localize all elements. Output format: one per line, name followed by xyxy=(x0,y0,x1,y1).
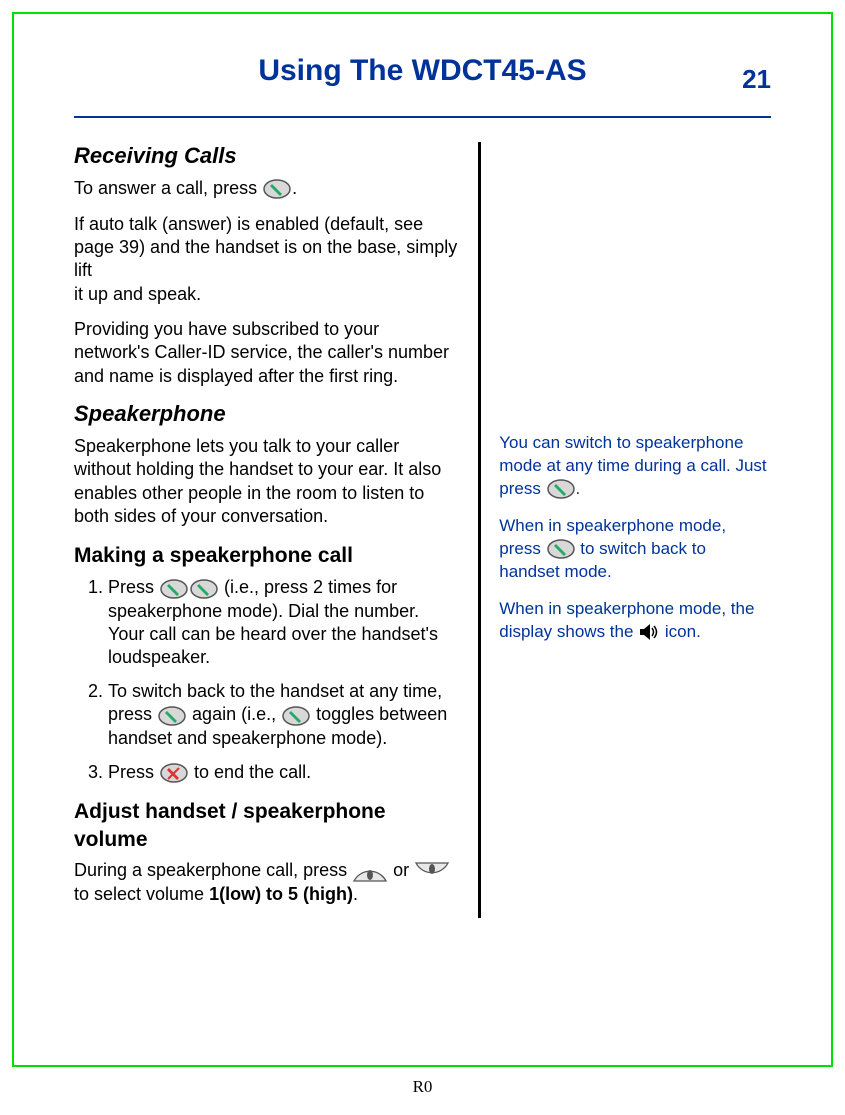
text: . xyxy=(353,884,358,904)
steps-list: Press (i.e., press 2 times for speakerph… xyxy=(74,576,458,785)
text: Press xyxy=(108,762,159,782)
body-text: Speakerphone lets you talk to your calle… xyxy=(74,435,458,529)
text: to select volume xyxy=(74,884,209,904)
text: icon. xyxy=(665,622,701,641)
speaker-icon xyxy=(638,621,660,644)
talk-button-icon xyxy=(262,177,292,200)
text: To answer a call, press xyxy=(74,178,262,198)
hangup-button-icon xyxy=(159,761,189,784)
page-number: 21 xyxy=(742,64,771,95)
volume-down-button-icon xyxy=(414,860,450,883)
body-text: During a speakerphone call, press or to … xyxy=(74,859,458,906)
body-text: Providing you have subscribed to your ne… xyxy=(74,318,458,388)
text-bold: 1(low) to 5 (high) xyxy=(209,884,353,904)
text: During a speakerphone call, press xyxy=(74,860,352,880)
text: or xyxy=(393,860,414,880)
body-text: To answer a call, press . xyxy=(74,177,458,201)
text: . xyxy=(292,178,297,198)
talk-button-icon xyxy=(546,478,576,501)
heading-speakerphone: Speakerphone xyxy=(74,400,458,429)
header: Using The WDCT45-AS xyxy=(74,54,771,88)
spacer xyxy=(499,142,771,432)
page-border: Using The WDCT45-AS 21 Receiving Calls T… xyxy=(12,12,833,1067)
body-text: If auto talk (answer) is enabled (defaul… xyxy=(74,213,458,283)
heading-adjust-volume: Adjust handset / speakerphone volume xyxy=(74,798,458,853)
talk-button-icon xyxy=(189,576,219,599)
list-item: Press (i.e., press 2 times for speakerph… xyxy=(108,576,458,670)
text: to end the call. xyxy=(194,762,311,782)
text: You can switch to speakerphone mode at a… xyxy=(499,433,766,498)
text: When in speakerphone mode, the display s… xyxy=(499,599,754,641)
page-title: Using The WDCT45-AS xyxy=(258,54,586,88)
talk-button-icon xyxy=(281,704,311,727)
text: again (i.e., xyxy=(192,704,281,724)
volume-up-button-icon xyxy=(352,860,388,883)
talk-button-icon xyxy=(159,576,189,599)
talk-button-icon xyxy=(157,704,187,727)
list-item: To switch back to the handset at any tim… xyxy=(108,680,458,751)
talk-button-icon xyxy=(546,538,576,561)
page-content: Using The WDCT45-AS 21 Receiving Calls T… xyxy=(14,14,831,1065)
body-text: it up and speak. xyxy=(74,283,458,306)
heading-making-speakerphone-call: Making a speakerphone call xyxy=(74,542,458,569)
side-column: You can switch to speakerphone mode at a… xyxy=(478,142,771,918)
list-item: Press to end the call. xyxy=(108,761,458,785)
text: Press xyxy=(108,577,159,597)
main-column: Receiving Calls To answer a call, press … xyxy=(74,142,478,918)
side-note: When in speakerphone mode, press to swit… xyxy=(499,515,771,584)
heading-receiving-calls: Receiving Calls xyxy=(74,142,458,171)
footer: R0 xyxy=(0,1077,845,1097)
columns: Receiving Calls To answer a call, press … xyxy=(74,142,771,918)
side-note: When in speakerphone mode, the display s… xyxy=(499,598,771,644)
side-note: You can switch to speakerphone mode at a… xyxy=(499,432,771,501)
text: . xyxy=(576,479,581,498)
divider xyxy=(74,116,771,118)
